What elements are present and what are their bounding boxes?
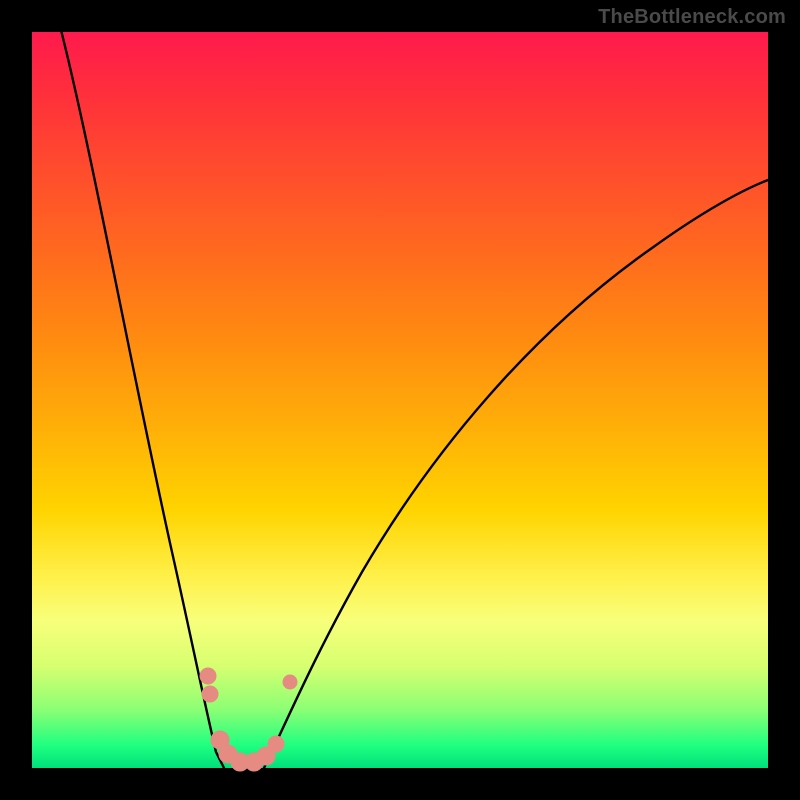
curve-left-branch	[60, 26, 224, 768]
chart-svg	[32, 32, 768, 768]
marker-dot	[200, 668, 216, 684]
plot-area	[32, 32, 768, 768]
marker-dot	[268, 736, 284, 752]
watermark-text: TheBottleneck.com	[598, 6, 786, 29]
optimal-marker-group	[200, 668, 297, 771]
chart-frame: TheBottleneck.com	[0, 0, 800, 800]
marker-dot	[202, 686, 218, 702]
marker-dot	[283, 675, 297, 689]
curve-right-branch	[264, 180, 768, 768]
